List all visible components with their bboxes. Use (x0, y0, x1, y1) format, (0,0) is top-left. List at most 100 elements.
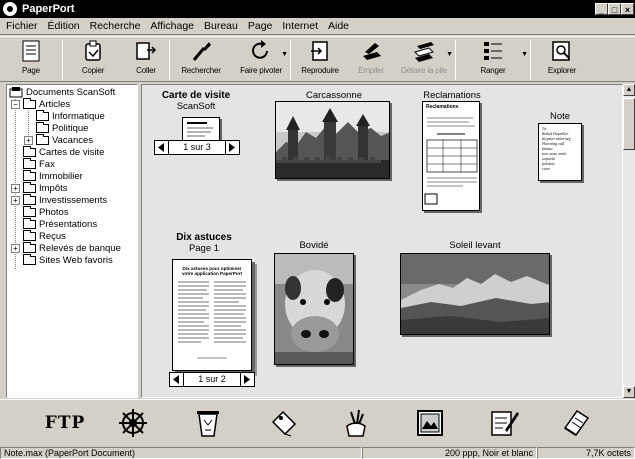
dix-astuces-stack[interactable]: Dix astuces Page 1 (164, 232, 244, 254)
vertical-scrollbar[interactable]: ▲ ▼ (623, 84, 635, 398)
empiler-label: Empiler (358, 66, 384, 75)
carte-subtitle: ScanSoft (176, 101, 216, 112)
menu-bureau[interactable]: Bureau (204, 20, 238, 32)
detacher-pile-button[interactable]: Détaire la pile ▼ (393, 37, 455, 81)
empiler-button[interactable]: Empiler (349, 37, 393, 81)
tree-item-label: Investissements (39, 194, 108, 206)
expand-toggle[interactable]: + (11, 196, 20, 205)
menu-recherche[interactable]: Recherche (90, 20, 141, 32)
copy-icon (81, 40, 105, 62)
copier-button[interactable]: Copier (63, 37, 123, 81)
explorer-button[interactable]: Explorer (531, 37, 593, 81)
tree-item-label: Informatique (52, 110, 105, 122)
faire-pivoter-button[interactable]: Faire pivoter ▼ (232, 37, 290, 81)
soleil-levant-thumbnail[interactable] (400, 253, 550, 335)
note-line: cove (542, 167, 550, 171)
rechercher-label: Rechercher (181, 66, 221, 75)
previous-page-button[interactable] (170, 373, 184, 386)
tree-item-impots[interactable]: Impôts (23, 181, 68, 194)
menu-page[interactable]: Page (248, 20, 273, 32)
tree-item-informatique[interactable]: Informatique (36, 109, 105, 122)
carte-de-visite-stack[interactable]: Carte de visite ScanSoft (156, 90, 236, 112)
page-icon (19, 40, 43, 62)
notepad-icon[interactable] (484, 403, 524, 443)
tree-item-politique[interactable]: Politique (36, 121, 88, 134)
scroll-up-button[interactable]: ▲ (623, 84, 635, 96)
scroll-down-button[interactable]: ▼ (623, 386, 635, 398)
scroll-thumb[interactable] (623, 98, 635, 150)
expand-toggle[interactable]: + (11, 184, 20, 193)
sort-icon (481, 40, 505, 62)
maximize-button[interactable]: □ (608, 3, 621, 15)
bovide-caption: Bovidé (299, 240, 329, 251)
collapse-toggle[interactable]: − (11, 100, 20, 109)
tree-item-presentations[interactable]: Présentations (23, 217, 97, 230)
paint-brush-icon[interactable] (336, 403, 376, 443)
tree-item-recus[interactable]: Reçus (23, 229, 66, 242)
tree-item-label: Vacances (52, 134, 94, 146)
previous-page-button[interactable] (155, 141, 169, 154)
next-page-button[interactable] (225, 141, 239, 154)
status-size: 7,7K octets (537, 447, 635, 459)
tree-item-articles[interactable]: Articles (23, 97, 70, 110)
note-pad-icon[interactable] (556, 403, 596, 443)
tag-icon[interactable] (264, 403, 304, 443)
tree-item-cartes-de-visite[interactable]: Cartes de visite (23, 145, 104, 158)
tree-item-releves-de-banque[interactable]: Relevés de banque (23, 241, 121, 254)
paperport-logo-icon (3, 2, 17, 16)
folder-icon (36, 121, 49, 133)
tree-item-immobilier[interactable]: Immobilier (23, 169, 83, 182)
recycle-icon[interactable] (188, 403, 228, 443)
chevron-down-icon[interactable]: ▼ (281, 51, 288, 58)
reproduire-button[interactable]: Reproduire (291, 37, 349, 81)
reclamations-thumbnail[interactable]: Reclamations (422, 101, 480, 211)
chevron-down-icon[interactable]: ▼ (446, 51, 453, 58)
soleil-levant-caption: Soleil levant (449, 240, 501, 251)
tree-item-label: Reçus (39, 230, 66, 242)
page-label: Page (22, 66, 40, 75)
menu-internet[interactable]: Internet (282, 20, 318, 32)
astuces-page-navigator: 1 sur 2 (169, 372, 255, 387)
close-button[interactable]: × (621, 3, 634, 15)
faire-pivoter-label: Faire pivoter (240, 66, 282, 75)
compass-icon[interactable] (113, 403, 153, 443)
folder-icon (36, 109, 49, 121)
expand-toggle[interactable]: + (11, 244, 20, 253)
reproduire-label: Reproduire (301, 66, 339, 75)
toolbar: Page Copier Coller Rechercher Faire pivo… (0, 36, 635, 82)
ranger-label: Ranger (480, 66, 506, 75)
tree-item-sites-web-favoris[interactable]: Sites Web favoris (23, 253, 113, 266)
tree-item-vacances[interactable]: Vacances (36, 133, 94, 146)
menu-aide[interactable]: Aide (328, 20, 349, 32)
image-editor-icon[interactable] (410, 403, 450, 443)
bovide-thumbnail[interactable] (274, 253, 354, 365)
menu-affichage[interactable]: Affichage (150, 20, 194, 32)
stack-icon (359, 40, 383, 62)
title-bar: PaperPort _ □ × (0, 0, 635, 18)
tree-item-fax[interactable]: Fax (23, 157, 55, 170)
minimize-button[interactable]: _ (595, 3, 608, 15)
ranger-button[interactable]: Ranger ▼ (456, 37, 530, 81)
window-title: PaperPort (22, 3, 75, 15)
menu-fichier[interactable]: Fichier (6, 20, 38, 32)
dix-astuces-thumbnail[interactable]: Dix astuces pour optimiser votre applica… (172, 259, 252, 371)
page-button[interactable]: Page (0, 37, 62, 81)
tree-item-photos[interactable]: Photos (23, 205, 69, 218)
rechercher-button[interactable]: Rechercher (170, 37, 232, 81)
reclamations-caption: Reclamations (423, 90, 481, 101)
coller-button[interactable]: Coller (123, 37, 169, 81)
ftp-icon[interactable]: FTP (45, 403, 85, 443)
menu-edition[interactable]: Édition (48, 20, 80, 32)
tree-root[interactable]: Documents ScanSoft (9, 86, 115, 98)
next-page-button[interactable] (240, 373, 254, 386)
ftp-label: FTP (44, 413, 86, 433)
paperport-window: PaperPort _ □ × Fichier Édition Recherch… (0, 0, 635, 459)
explorer-label: Explorer (547, 66, 577, 75)
carcassonne-thumbnail[interactable] (275, 101, 390, 179)
business-card-thumbnail[interactable] (182, 117, 220, 141)
chevron-down-icon[interactable]: ▼ (521, 51, 528, 58)
note-thumbnail[interactable]: To: Bobet Hopeller Keyster attorney Plan… (538, 123, 582, 181)
tree-item-label: Impôts (39, 182, 68, 194)
tree-item-investissements[interactable]: Investissements (23, 193, 108, 206)
expand-toggle[interactable]: + (24, 136, 33, 145)
